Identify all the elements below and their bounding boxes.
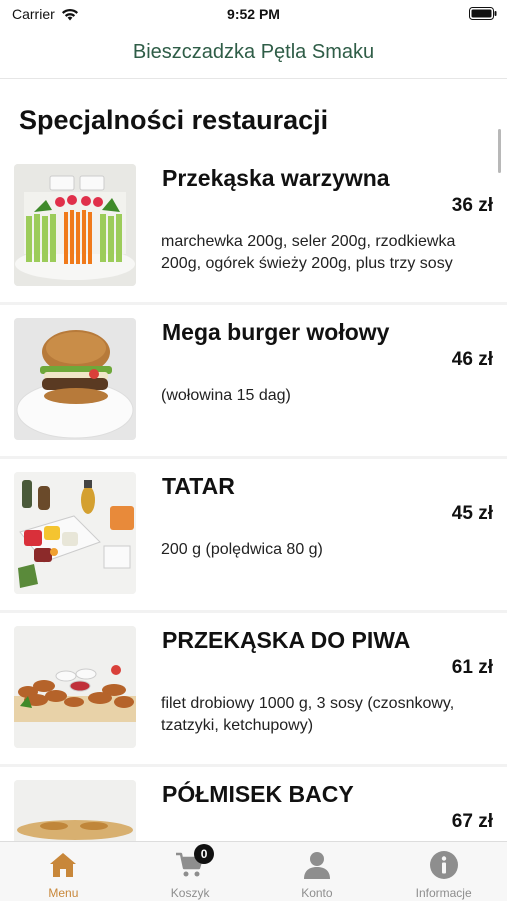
- section-header: Specjalności restauracji: [0, 79, 507, 151]
- navigation-bar: Bieszczadzka Pętla Smaku: [0, 30, 507, 79]
- burger-image: [14, 318, 136, 440]
- item-description: filet drobiowy 1000 g, 3 sosy (czosnkowy…: [161, 695, 455, 734]
- item-name: PRZEKĄSKA DO PIWA: [162, 627, 411, 653]
- battery-icon: [469, 7, 497, 20]
- item-name: PÓŁMISEK BACY: [162, 781, 354, 807]
- section-title: Specjalności restauracji: [19, 105, 329, 135]
- menu-list: Przekąska warzywna 36 zł marchewka 200g,…: [0, 151, 507, 841]
- user-icon: [303, 852, 330, 879]
- vegetable-platter-image: [14, 164, 136, 286]
- tartare-image: [14, 472, 136, 594]
- tab-label: Informacje: [415, 886, 472, 900]
- item-price: 46 zł: [451, 349, 493, 370]
- menu-item[interactable]: TATAR 45 zł 200 g (polędwica 80 g): [0, 459, 507, 610]
- tab-label: Koszyk: [170, 886, 210, 900]
- item-price: 36 zł: [451, 195, 493, 216]
- menu-item[interactable]: Przekąska warzywna 36 zł marchewka 200g,…: [0, 151, 507, 302]
- item-price: 61 zł: [451, 657, 493, 678]
- app-title: Bieszczadzka Pętla Smaku: [132, 41, 375, 63]
- status-bar: Carrier 9:52 PM: [0, 0, 507, 30]
- tab-bar: Menu 0 Koszyk Konto Informacje: [0, 841, 507, 901]
- tab-cart[interactable]: 0 Koszyk: [127, 842, 254, 901]
- item-description: (wołowina 15 dag): [161, 387, 291, 404]
- home-icon: [50, 853, 77, 877]
- tab-label: Menu: [48, 886, 79, 900]
- menu-item[interactable]: Mega burger wołowy 46 zł (wołowina 15 da…: [0, 305, 507, 456]
- cart-badge: 0: [194, 844, 215, 864]
- tab-menu[interactable]: Menu: [0, 842, 127, 901]
- item-price: 67 zł: [451, 811, 493, 832]
- item-description: marchewka 200g, seler 200g, rzodkiewka 2…: [161, 233, 456, 272]
- tab-label: Konto: [301, 886, 333, 900]
- menu-item[interactable]: PRZEKĄSKA DO PIWA 61 zł filet drobiowy 1…: [0, 613, 507, 764]
- tab-info[interactable]: Informacje: [380, 842, 507, 901]
- tab-account[interactable]: Konto: [254, 842, 381, 901]
- item-name: TATAR: [162, 473, 235, 499]
- item-description: 200 g (polędwica 80 g): [161, 541, 323, 558]
- info-icon: [429, 851, 458, 879]
- item-name: Przekąska warzywna: [162, 165, 390, 191]
- platter-image: [14, 780, 136, 841]
- item-price: 45 zł: [451, 503, 493, 524]
- menu-item[interactable]: PÓŁMISEK BACY 67 zł: [0, 767, 507, 841]
- chicken-strips-image: [14, 626, 136, 748]
- scroll-indicator[interactable]: [498, 129, 501, 173]
- menu-content[interactable]: Specjalności restauracji Przekąska warzy…: [0, 79, 507, 841]
- status-time: 9:52 PM: [227, 6, 280, 22]
- item-name: Mega burger wołowy: [162, 319, 390, 345]
